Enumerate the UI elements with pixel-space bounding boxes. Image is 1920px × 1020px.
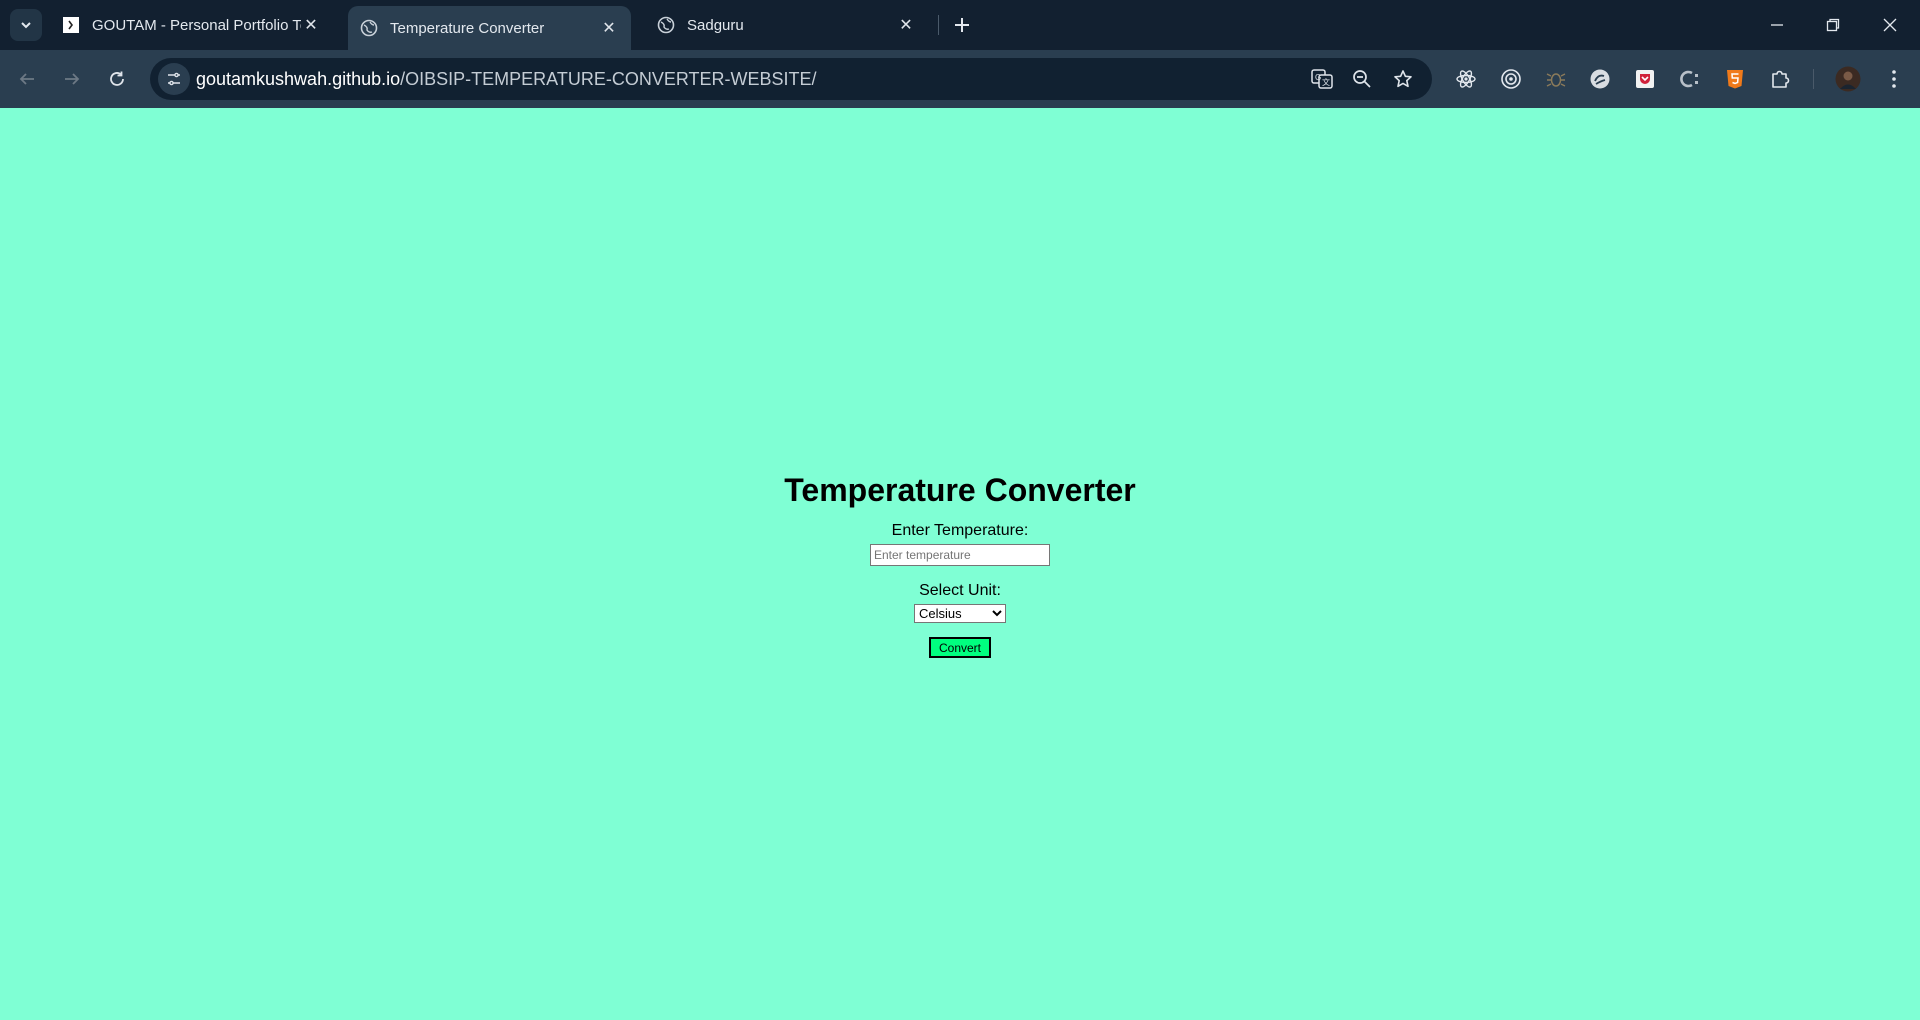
swirl-icon [1590, 69, 1610, 89]
site-info-button[interactable] [158, 63, 190, 95]
c-extension[interactable] [1678, 67, 1702, 91]
new-tab-button[interactable] [948, 11, 976, 39]
pocket-extension[interactable] [1633, 67, 1657, 91]
zoom-out-icon [1353, 70, 1371, 88]
translate-icon: G文 [1311, 69, 1333, 89]
reload-icon [110, 71, 124, 86]
back-button[interactable] [12, 64, 42, 94]
target-extension[interactable] [1499, 67, 1523, 91]
target-icon [1501, 69, 1521, 89]
html5-extension[interactable] [1723, 67, 1747, 91]
url-path: /OIBSIP-TEMPERATURE-CONVERTER-WEBSITE/ [400, 69, 817, 89]
puzzle-icon [1772, 70, 1790, 88]
close-icon[interactable]: ✕ [896, 15, 916, 35]
portfolio-favicon [62, 16, 80, 34]
kebab-menu-icon [1892, 70, 1896, 88]
tab-title: Sadguru [687, 16, 744, 34]
svg-text:G: G [1315, 73, 1321, 82]
close-window-button[interactable] [1870, 8, 1910, 42]
pocket-icon [1636, 70, 1654, 88]
bug-icon [1546, 73, 1566, 87]
globe-icon [360, 19, 378, 37]
tune-icon [168, 72, 180, 86]
tab-title: GOUTAM - Personal Portfolio Te [92, 16, 301, 34]
unit-select[interactable]: Celsius [914, 604, 1006, 623]
avatar-icon [1835, 66, 1861, 92]
toolbar-divider [1813, 69, 1814, 89]
swirl-extension[interactable] [1588, 67, 1612, 91]
minimize-icon [1771, 24, 1783, 26]
browser-tab-strip: GOUTAM - Personal Portfolio Te ✕ Tempera… [0, 0, 1920, 50]
zoom-button[interactable] [1350, 67, 1374, 91]
tab-temperature-converter[interactable]: Temperature Converter ✕ [348, 6, 631, 50]
url-host: goutamkushwah.github.io [196, 69, 401, 89]
chevron-down-icon [21, 22, 31, 29]
atom-icon [1456, 70, 1476, 88]
tab-sadguru[interactable]: Sadguru ✕ [645, 6, 928, 44]
globe-icon [657, 16, 675, 34]
tab-search-button[interactable] [10, 9, 42, 41]
convert-button[interactable]: Convert [929, 637, 991, 658]
tab-title: Temperature Converter [390, 19, 545, 37]
tab-divider [938, 15, 939, 35]
url-text[interactable]: goutamkushwah.github.io/OIBSIP-TEMPERATU… [196, 69, 817, 90]
translate-button[interactable]: G文 [1310, 67, 1334, 91]
forward-button[interactable] [57, 64, 87, 94]
bug-extension[interactable] [1544, 67, 1568, 91]
extensions-button[interactable] [1768, 67, 1792, 91]
page-title: Temperature Converter [784, 472, 1136, 508]
restore-button[interactable] [1813, 8, 1853, 42]
html5-icon [1727, 70, 1743, 89]
browser-toolbar: goutamkushwah.github.io/OIBSIP-TEMPERATU… [0, 50, 1920, 108]
temperature-input[interactable] [870, 544, 1050, 566]
unit-label: Select Unit: [919, 582, 1001, 599]
arrow-right-icon [65, 73, 80, 85]
page-viewport: Temperature Converter Enter Temperature:… [0, 108, 1920, 1020]
c-letter-icon [1680, 70, 1698, 88]
address-bar[interactable]: goutamkushwah.github.io/OIBSIP-TEMPERATU… [150, 58, 1432, 100]
bookmark-button[interactable] [1391, 67, 1415, 91]
arrow-left-icon [19, 73, 34, 85]
svg-text:文: 文 [1322, 77, 1330, 87]
react-devtools-extension[interactable] [1454, 67, 1478, 91]
restore-icon [1826, 18, 1840, 32]
star-icon [1394, 70, 1412, 88]
plus-icon [955, 18, 969, 32]
minimize-button[interactable] [1757, 8, 1797, 42]
reload-button[interactable] [102, 64, 132, 94]
temperature-label: Enter Temperature: [891, 522, 1029, 539]
close-icon[interactable]: ✕ [599, 18, 619, 38]
converter-form: Temperature Converter Enter Temperature:… [0, 465, 1920, 658]
profile-avatar[interactable] [1835, 66, 1861, 92]
close-icon[interactable]: ✕ [301, 15, 321, 35]
tab-portfolio[interactable]: GOUTAM - Personal Portfolio Te ✕ [50, 6, 333, 44]
browser-menu-button[interactable] [1882, 67, 1906, 91]
close-icon [1883, 18, 1897, 32]
